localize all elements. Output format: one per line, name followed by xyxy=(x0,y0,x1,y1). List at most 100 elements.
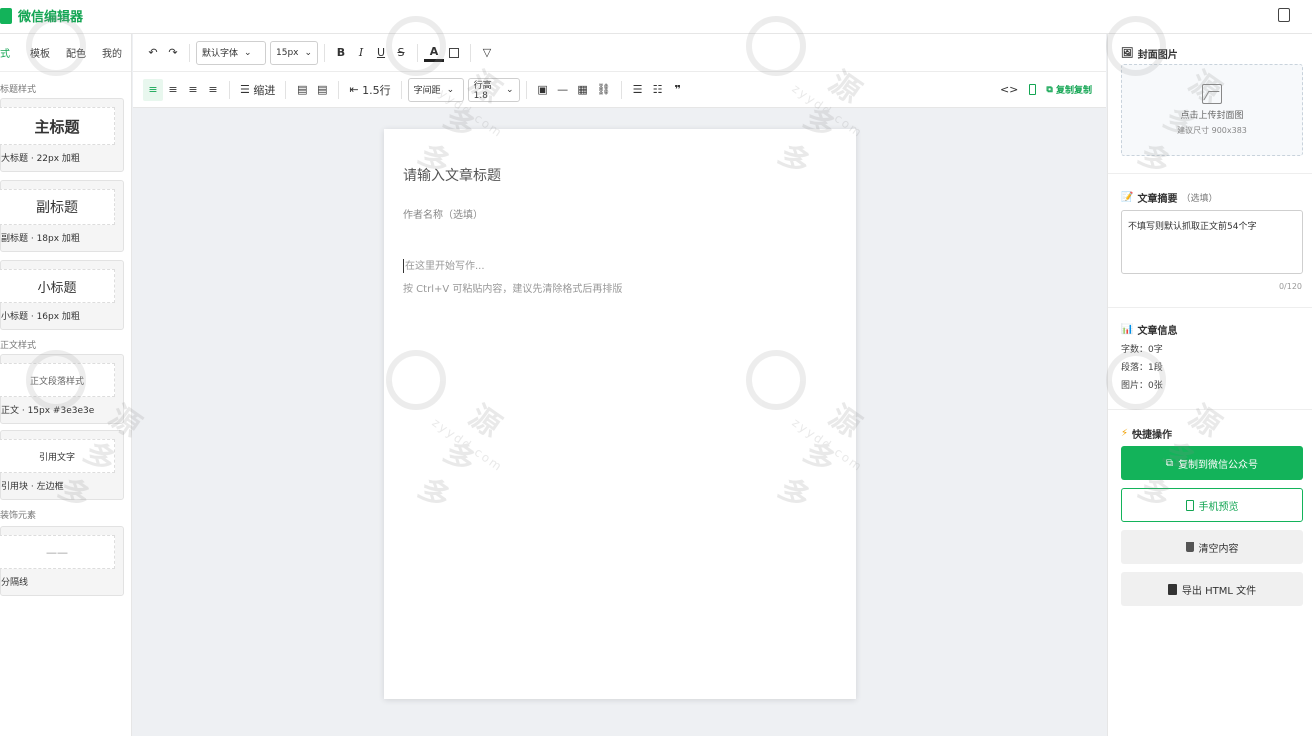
tab-colors[interactable]: 配色 xyxy=(58,45,94,60)
indent-label: 缩进 xyxy=(253,83,276,97)
style-card-body[interactable]: 正文段落样式 正文 · 15px #3e3e3e xyxy=(0,354,124,424)
word-count: 字数：0字 xyxy=(1121,345,1163,355)
font-size-select[interactable]: 15px ⌄ xyxy=(270,40,318,65)
indent-button[interactable]: ☰ 缩进 xyxy=(236,79,279,101)
body-editor[interactable]: 在这里开始写作... xyxy=(403,257,485,273)
code-view-button[interactable]: <> xyxy=(996,79,1022,101)
align-right-icon[interactable]: ≡ xyxy=(183,79,203,101)
file-icon xyxy=(1167,583,1177,595)
info-section: 📊 文章信息 字数：0字 段落：1段 图片：0张 xyxy=(1108,308,1312,410)
font-size-value: 15px xyxy=(276,47,299,58)
card-preview: 正文段落样式 xyxy=(0,363,115,397)
strikethrough-button[interactable]: S xyxy=(391,42,411,64)
card-caption: 小标题 · 16px 加粗 xyxy=(1,312,80,322)
info-title: 文章信息 xyxy=(1137,325,1178,337)
divider xyxy=(229,80,230,99)
background-color-icon[interactable] xyxy=(444,42,464,64)
mobile-preview-label: 手机预览 xyxy=(1198,501,1239,513)
style-card-main-title[interactable]: 主标题 大标题 · 22px 加粗 xyxy=(0,98,124,172)
card-caption: 大标题 · 22px 加粗 xyxy=(1,154,80,164)
summary-textarea[interactable]: 不填写则默认抓取正文前54个字 xyxy=(1121,210,1303,274)
mobile-preview-button[interactable]: 手机预览 xyxy=(1121,488,1303,522)
cover-header: 🖼 封面图片 xyxy=(1121,42,1302,64)
clear-format-icon[interactable]: ▽ xyxy=(477,42,497,64)
letter-spacing-select[interactable]: 字间距 ⌄ xyxy=(407,77,464,102)
divider xyxy=(470,43,471,62)
cover-upload-area[interactable]: 点击上传封面图 建议尺寸 900x383 xyxy=(1121,64,1303,156)
bold-button[interactable]: B xyxy=(331,42,351,64)
app-title: 微信编辑器 xyxy=(18,10,84,25)
export-html-button[interactable]: 导出 HTML 文件 xyxy=(1121,572,1303,606)
underline-button[interactable]: U xyxy=(371,42,391,64)
redo-button[interactable]: ↷ xyxy=(163,42,183,64)
numbered-list-icon[interactable]: ☷ xyxy=(648,79,668,101)
style-card-small-title[interactable]: 小标题 小标题 · 16px 加粗 xyxy=(0,260,124,330)
line-height-select[interactable]: 行高1.8 ⌄ xyxy=(467,77,520,102)
left-panel-tabs: 式 模板 配色 我的 xyxy=(0,34,131,72)
quote-icon[interactable]: ❞ xyxy=(668,79,688,101)
editor-paper[interactable]: 请输入文章标题 作者名称（选填） 在这里开始写作... 按 Ctrl+V 可粘贴… xyxy=(384,129,856,699)
divider xyxy=(400,80,402,99)
copy-icon: ⧉ xyxy=(1046,84,1053,95)
ordered-block-icon[interactable]: ▤ xyxy=(292,79,312,101)
section-title-body: 正文样式 xyxy=(0,341,37,351)
align-center-icon[interactable]: ≡ xyxy=(163,79,183,101)
divider xyxy=(525,80,527,99)
toolbar-bottom: ≡ ≡ ≡ ≡ ☰ 缩进 ▤ ▤ ⇤ 1.5行 字间距 ⌄ 行高1.8 ⌄ ▣ … xyxy=(133,72,1106,108)
tab-mine[interactable]: 我的 xyxy=(94,45,130,60)
mobile-view-icon[interactable] xyxy=(1022,79,1042,101)
tab-style[interactable]: 式 xyxy=(0,45,14,60)
trash-icon xyxy=(1185,542,1194,552)
export-html-label: 导出 HTML 文件 xyxy=(1181,585,1257,597)
text-color-button[interactable]: A xyxy=(424,44,444,62)
link-icon[interactable]: ⛓ xyxy=(593,79,615,101)
cover-title: 封面图片 xyxy=(1137,49,1178,61)
window-icon[interactable] xyxy=(1278,8,1290,22)
card-caption: 正文 · 15px #3e3e3e xyxy=(1,406,95,416)
card-caption: 分隔线 xyxy=(1,578,29,588)
copy-button[interactable]: ⧉ 复制复制 xyxy=(1042,79,1096,101)
copy-to-wechat-button[interactable]: ⧉ 复制到微信公众号 xyxy=(1121,446,1303,480)
card-caption: 引用块 · 左边框 xyxy=(1,482,64,492)
cover-size-hint: 建议尺寸 900x383 xyxy=(1177,126,1247,135)
align-justify-icon[interactable]: ≡ xyxy=(203,79,223,101)
line-break-button[interactable]: ⇤ 1.5行 xyxy=(345,79,394,101)
line-height-value: 行高1.8 xyxy=(473,81,492,101)
clear-content-button[interactable]: 清空内容 xyxy=(1121,530,1303,564)
tab-templates[interactable]: 模板 xyxy=(22,45,58,60)
style-card-quote[interactable]: 引用文字 引用块 · 左边框 xyxy=(0,430,124,500)
style-card-divider[interactable]: —— 分隔线 xyxy=(0,526,124,596)
brand: 微信编辑器 xyxy=(0,6,83,25)
chevron-down-icon: ⌄ xyxy=(244,47,252,58)
body-placeholder: 在这里开始写作... xyxy=(405,261,485,272)
summary-optional: （选填） xyxy=(1181,193,1218,204)
align-left-icon[interactable]: ≡ xyxy=(143,78,163,101)
style-card-subtitle[interactable]: 副标题 副标题 · 18px 加粗 xyxy=(0,180,124,252)
author-input[interactable]: 作者名称（选填） xyxy=(403,206,483,221)
summary-section: 📝 文章摘要 （选填） 不填写则默认抓取正文前54个字 0/120 xyxy=(1108,174,1312,308)
unordered-block-icon[interactable]: ▤ xyxy=(312,79,332,101)
title-input[interactable]: 请输入文章标题 xyxy=(403,165,501,185)
card-preview: 副标题 xyxy=(0,189,115,225)
cover-section: 🖼 封面图片 点击上传封面图 建议尺寸 900x383 xyxy=(1108,34,1312,174)
font-family-select[interactable]: 默认字体 ⌄ xyxy=(196,40,266,65)
horizontal-rule-icon[interactable]: — xyxy=(553,79,573,101)
italic-button[interactable]: I xyxy=(351,42,371,64)
stats-icon: 📊 xyxy=(1121,323,1134,335)
undo-button[interactable]: ↶ xyxy=(143,42,163,64)
bullet-list-icon[interactable]: ☰ xyxy=(628,79,648,101)
card-preview: 主标题 xyxy=(0,107,115,145)
image-icon[interactable]: ▣ xyxy=(533,79,553,101)
clear-content-label: 清空内容 xyxy=(1198,543,1239,555)
right-panel: 🖼 封面图片 点击上传封面图 建议尺寸 900x383 📝 文章摘要 （选填） … xyxy=(1107,34,1312,736)
section-title-decor: 装饰元素 xyxy=(0,511,37,521)
table-icon[interactable]: ▦ xyxy=(573,79,593,101)
card-preview: —— xyxy=(0,535,115,569)
divider xyxy=(324,43,325,62)
app-logo-icon xyxy=(0,7,12,24)
divider xyxy=(620,80,622,99)
summary-title: 文章摘要 xyxy=(1137,193,1178,205)
divider xyxy=(417,43,418,62)
line-break-label: 1.5行 xyxy=(362,83,391,97)
chevron-down-icon: ⌄ xyxy=(446,84,455,95)
